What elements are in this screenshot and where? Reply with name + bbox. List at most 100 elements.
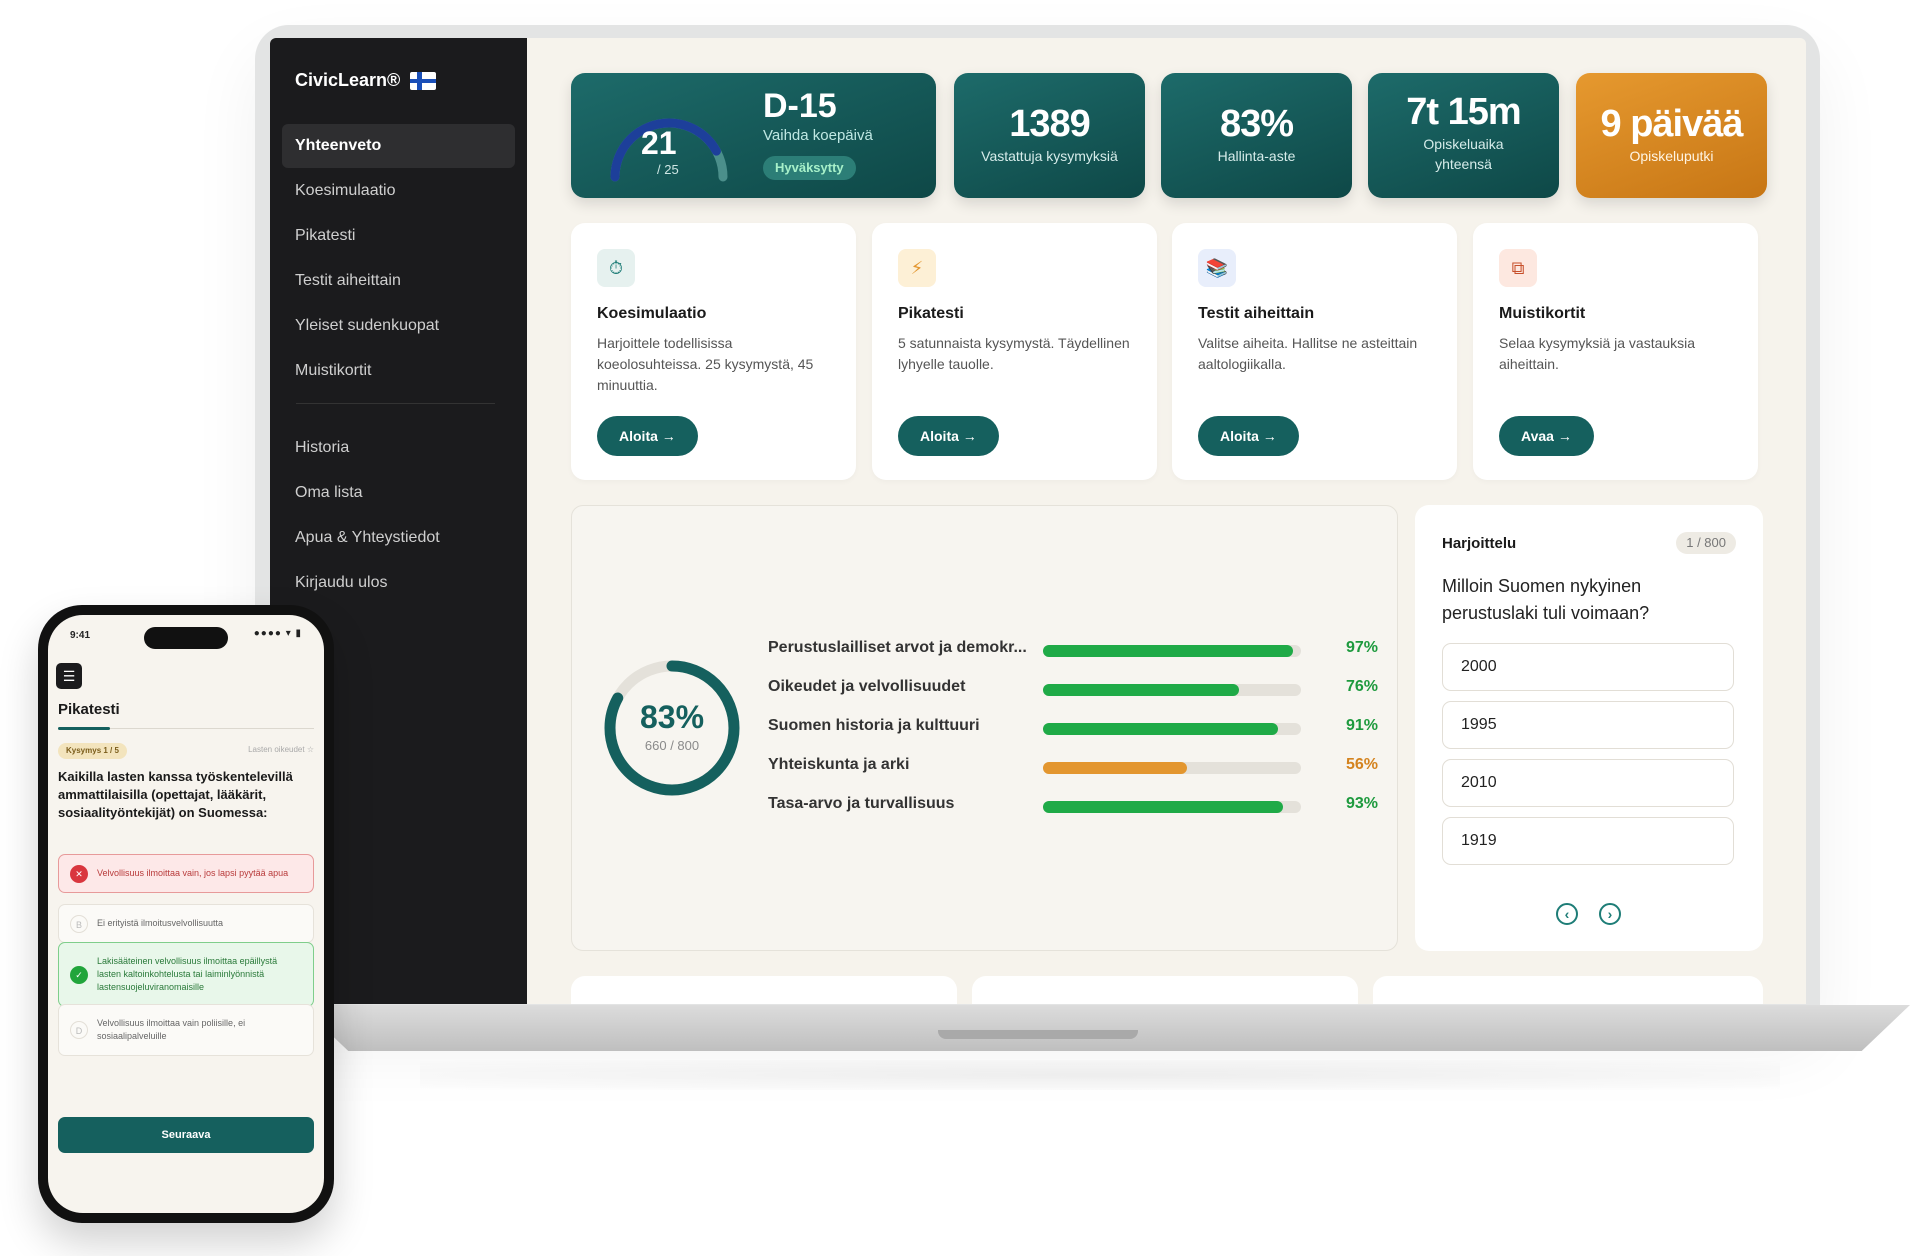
study-time-label-2: yhteensä — [1435, 156, 1492, 172]
laptop-base — [300, 1005, 1910, 1051]
status-badge: Hyväksytty — [763, 156, 856, 180]
sidebar-item-historia[interactable]: Historia — [282, 426, 515, 470]
start-testit-aiheittain-button[interactable]: Aloita → — [1198, 416, 1299, 456]
practice-question: Milloin Suomen nykyinen perustuslaki tul… — [1442, 576, 1650, 623]
phone-answer-text: Velvollisuus ilmoittaa vain, jos lapsi p… — [97, 868, 289, 878]
phone-answer-option[interactable]: ✓ Lakisääteinen velvollisuus ilmoittaa e… — [58, 942, 314, 1007]
question-counter-badge: Kysymys 1 / 5 — [58, 743, 127, 759]
topic-percent: 97% — [1345, 639, 1378, 656]
dynamic-island — [144, 627, 228, 649]
card-title: Koesimulaatio — [597, 305, 707, 322]
previous-question-icon[interactable]: ‹ — [1556, 903, 1578, 925]
hamburger-menu-icon[interactable]: ☰ — [56, 663, 82, 689]
topic-row[interactable]: Tasa-arvo ja turvallisuus 93% — [768, 795, 1378, 819]
status-icons: ●●●● ▾ ▮ — [253, 628, 302, 639]
topic-percent: 93% — [1345, 795, 1378, 812]
card-testit-aiheittain: 📚 Testit aiheittain Valitse aiheita. Hal… — [1172, 223, 1457, 480]
start-koesimulaatio-button[interactable]: Aloita → — [597, 416, 698, 456]
phone-answer-option[interactable]: ✕ Velvollisuus ilmoittaa vain, jos lapsi… — [58, 854, 314, 893]
topic-percent: 91% — [1345, 717, 1378, 734]
sidebar-item-yhteenveto[interactable]: Yhteenveto — [282, 124, 515, 168]
practice-counter: 1 / 800 — [1676, 532, 1736, 554]
start-pikatesti-button[interactable]: Aloita → — [898, 416, 999, 456]
mastery-label: Hallinta-aste — [1217, 148, 1296, 164]
lower-card — [1373, 976, 1763, 1004]
study-time-tile: 7t 15m Opiskeluaika yhteensä — [1368, 73, 1559, 198]
open-muistikortit-button[interactable]: Avaa → — [1499, 416, 1594, 456]
overall-progress-percent: 83% — [639, 699, 705, 735]
main-content: 21 / 25 D-15 Vaihda koepäivä Hyväksytty … — [527, 38, 1806, 1004]
option-letter: D — [70, 1021, 88, 1039]
phone-mockup: 9:41 ●●●● ▾ ▮ ☰ Pikatesti Kysymys 1 / 5 … — [38, 605, 334, 1223]
card-title: Pikatesti — [898, 305, 964, 322]
brand-logo[interactable]: CivicLearn® — [295, 70, 437, 91]
lightning-icon: ⚡ — [898, 249, 936, 287]
card-title: Muistikortit — [1499, 305, 1586, 322]
floor-shadow — [420, 1060, 1780, 1090]
answer-option[interactable]: 2000 — [1442, 643, 1734, 691]
exam-score: 21 — [641, 125, 677, 161]
sidebar-item-apua[interactable]: Apua & Yhteystiedot — [282, 516, 515, 560]
topic-progress-track — [1043, 645, 1301, 657]
phone-answer-text: Velvollisuus ilmoittaa vain poliisille, … — [97, 1018, 246, 1041]
answer-option[interactable]: 1919 — [1442, 817, 1734, 865]
topic-tag[interactable]: Lasten oikeudet ☆ — [248, 745, 314, 754]
change-exam-date-link[interactable]: Vaihda koepäivä — [763, 127, 873, 144]
card-title: Testit aiheittain — [1198, 305, 1315, 322]
topic-progress-track — [1043, 723, 1301, 735]
topic-row[interactable]: Perustuslailliset arvot ja demokr... 97% — [768, 639, 1378, 663]
sidebar-item-oma-lista[interactable]: Oma lista — [282, 471, 515, 515]
card-description: Selaa kysymyksiä ja vastauksia aiheittai… — [1499, 335, 1696, 372]
phone-clock: 9:41 — [70, 630, 91, 641]
sidebar-item-testit-aiheittain[interactable]: Testit aiheittain — [282, 259, 515, 303]
check-icon: ✓ — [70, 965, 88, 984]
sidebar-item-muistikortit[interactable]: Muistikortit — [282, 349, 515, 393]
laptop-notch — [938, 1030, 1138, 1039]
streak-value: 9 päivää — [1600, 103, 1744, 145]
phone-answer-option[interactable]: D Velvollisuus ilmoittaa vain poliisille… — [58, 1004, 314, 1056]
topic-progress-fill — [1043, 801, 1283, 813]
sidebar-item-koesimulaatio[interactable]: Koesimulaatio — [282, 169, 515, 213]
option-letter: B — [70, 914, 88, 933]
topic-progress-fill — [1043, 645, 1294, 657]
topic-row[interactable]: Oikeudet ja velvollisuudet 76% — [768, 678, 1378, 702]
sidebar-nav: Yhteenveto Koesimulaatio Pikatesti Testi… — [282, 124, 515, 606]
exam-countdown: D-15 — [763, 87, 837, 125]
answered-tile: 1389 Vastattuja kysymyksiä — [954, 73, 1145, 198]
answered-label: Vastattuja kysymyksiä — [981, 148, 1118, 164]
topic-percent: 76% — [1345, 678, 1378, 695]
study-time-label-1: Opiskeluaika — [1423, 136, 1504, 152]
topic-row[interactable]: Yhteiskunta ja arki 56% — [768, 756, 1378, 780]
sidebar-item-yleiset-sudenkuopat[interactable]: Yleiset sudenkuopat — [282, 304, 515, 348]
topic-label: Oikeudet ja velvollisuudet — [768, 678, 966, 695]
sidebar-item-kirjaudu-ulos[interactable]: Kirjaudu ulos — [282, 561, 515, 605]
answer-option[interactable]: 1995 — [1442, 701, 1734, 749]
answer-option[interactable]: 2010 — [1442, 759, 1734, 807]
exam-score-total: / 25 — [657, 162, 679, 177]
topic-label: Suomen historia ja kulttuuri — [768, 717, 980, 734]
phone-page-title: Pikatesti — [58, 701, 120, 718]
lower-card — [571, 976, 957, 1004]
practice-title: Harjoittelu — [1442, 535, 1517, 552]
next-question-icon[interactable]: › — [1599, 903, 1621, 925]
laptop-screen: CivicLearn® Yhteenveto Koesimulaatio Pik… — [270, 38, 1806, 1004]
topic-percent: 56% — [1345, 756, 1378, 773]
topic-progress-track — [1043, 762, 1301, 774]
card-description: 5 satunnaista kysymystä. Täydellinen lyh… — [898, 335, 1130, 372]
card-muistikortit: ⧉ Muistikortit Selaa kysymyksiä ja vasta… — [1473, 223, 1758, 480]
topic-row[interactable]: Suomen historia ja kulttuuri 91% — [768, 717, 1378, 741]
next-button[interactable]: Seuraava — [58, 1117, 314, 1153]
phone-screen: 9:41 ●●●● ▾ ▮ ☰ Pikatesti Kysymys 1 / 5 … — [48, 615, 324, 1213]
books-icon: 📚 — [1198, 249, 1236, 287]
topic-progress-fill — [1043, 684, 1240, 696]
exam-countdown-tile[interactable]: 21 / 25 D-15 Vaihda koepäivä Hyväksytty — [571, 73, 936, 198]
topic-label: Perustuslailliset arvot ja demokr... — [768, 639, 1027, 656]
phone-answer-option[interactable]: B Ei erityistä ilmoitusvelvollisuutta — [58, 904, 314, 943]
phone-answer-text: Lakisääteinen velvollisuus ilmoittaa epä… — [97, 956, 278, 992]
topic-label: Yhteiskunta ja arki — [768, 756, 910, 773]
sidebar-item-pikatesti[interactable]: Pikatesti — [282, 214, 515, 258]
practice-panel: Harjoittelu 1 / 800 Milloin Suomen nykyi… — [1415, 505, 1763, 951]
card-pikatesti: ⚡ Pikatesti 5 satunnaista kysymystä. Täy… — [872, 223, 1157, 480]
brand-name: CivicLearn® — [295, 70, 401, 90]
topic-label: Tasa-arvo ja turvallisuus — [768, 795, 955, 812]
